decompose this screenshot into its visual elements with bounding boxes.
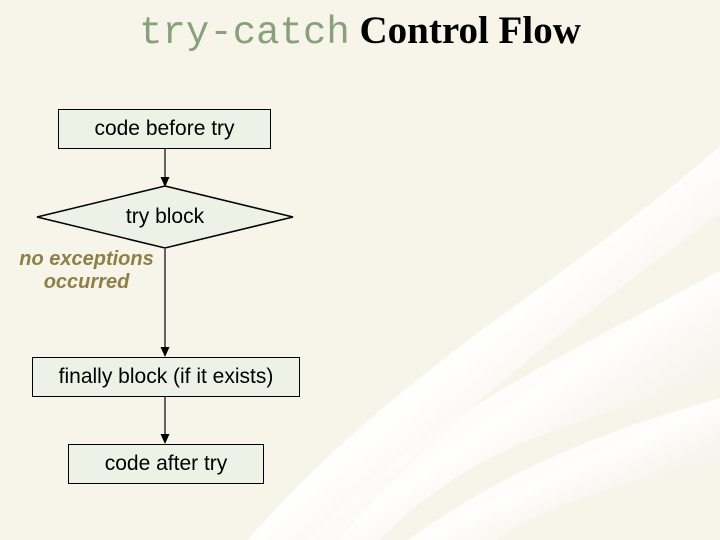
- arrow-before-to-try: [158, 149, 172, 187]
- title-serif-part: Control Flow: [350, 9, 581, 52]
- node-label: code before try: [94, 117, 234, 141]
- node-code-before-try: code before try: [58, 109, 271, 149]
- node-code-after-try: code after try: [68, 444, 264, 484]
- title-monospace-part: try-catch: [139, 11, 350, 55]
- node-try-block: try block: [36, 185, 294, 249]
- branch-label-line2: occurred: [44, 271, 130, 293]
- page-title: try-catch Control Flow: [0, 8, 720, 55]
- branch-label-line1: no exceptions: [19, 248, 153, 270]
- arrow-try-to-finally: [158, 249, 172, 357]
- node-label: try block: [36, 185, 294, 249]
- arrow-finally-to-after: [158, 397, 172, 444]
- node-finally-block: finally block (if it exists): [32, 357, 300, 397]
- node-label: code after try: [105, 452, 228, 476]
- branch-label-no-exceptions: no exceptions occurred: [4, 248, 169, 294]
- node-label: finally block (if it exists): [59, 365, 274, 389]
